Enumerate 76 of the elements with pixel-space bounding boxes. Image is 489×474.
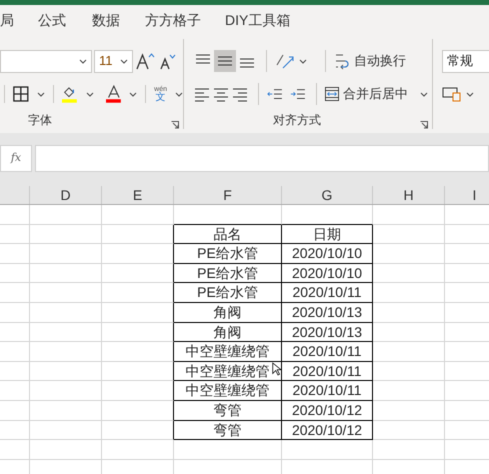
grid-cell[interactable]	[102, 420, 174, 440]
align-left-icon	[194, 86, 210, 102]
wrap-text-button[interactable]: 自动换行	[354, 51, 406, 71]
caret-icon	[129, 92, 138, 96]
table-cell: PE给水管	[174, 283, 282, 303]
grid-cell[interactable]	[102, 381, 174, 401]
grid-cell[interactable]	[102, 283, 174, 303]
table-cell: 2020/10/11	[282, 362, 373, 382]
column-header[interactable]: I	[472, 188, 476, 202]
grid-cell[interactable]	[102, 224, 174, 244]
borders-icon[interactable]	[13, 85, 30, 103]
grid-cell[interactable]	[102, 400, 174, 421]
decrease-indent-icon[interactable]	[266, 86, 282, 102]
column-header[interactable]: D	[60, 188, 71, 202]
grid-cell[interactable]	[102, 322, 174, 342]
caret-icon	[175, 92, 184, 96]
caret-icon	[79, 58, 87, 64]
table-cell: 弯管	[174, 400, 282, 421]
column-header[interactable]: G	[322, 188, 332, 202]
grid-cell[interactable]	[102, 244, 174, 264]
ribbon-tab[interactable]: 局	[0, 10, 38, 30]
font-name-field[interactable]	[0, 50, 92, 72]
insert-function-button[interactable]: fx	[0, 145, 32, 172]
caret-icon	[299, 58, 307, 64]
table-cell: 2020/10/13	[282, 302, 373, 323]
table-cell: 中空壁缠绕管	[174, 342, 282, 362]
table-cell: 2020/10/11	[282, 283, 373, 303]
grid-cell[interactable]	[102, 362, 174, 382]
ribbon-tab[interactable]: 方方格子	[145, 10, 225, 30]
table-cell: 2020/10/13	[282, 322, 373, 342]
group-label: 字体	[28, 112, 52, 129]
font-size-field[interactable]: 11	[94, 50, 133, 72]
grow-font-icon[interactable]	[135, 52, 155, 70]
merge-cells-icon[interactable]	[325, 86, 339, 102]
accounting-format-icon[interactable]	[442, 86, 462, 102]
table-cell: 2020/10/10	[282, 264, 373, 284]
ribbon-tab[interactable]: 公式	[38, 10, 92, 30]
ribbon-tab[interactable]: 数据	[92, 10, 145, 30]
table-cell: 2020/10/10	[282, 244, 373, 264]
align-button[interactable]	[214, 50, 236, 72]
align-center-icon	[212, 86, 229, 102]
table-cell: PE给水管	[174, 264, 282, 284]
number-format-field[interactable]: 常规	[442, 50, 489, 72]
caret-icon	[466, 92, 474, 96]
font-color-icon[interactable]	[106, 84, 122, 104]
increase-indent-icon[interactable]	[290, 86, 306, 102]
table-cell: 品名	[174, 224, 282, 244]
table-cell: 弯管	[174, 420, 282, 440]
caret-icon	[120, 58, 128, 64]
caret-icon	[37, 92, 46, 96]
column-header[interactable]: H	[403, 188, 414, 202]
table-cell: 角阀	[174, 322, 282, 342]
text-orientation-icon[interactable]	[275, 52, 295, 70]
table-cell: 2020/10/11	[282, 381, 373, 401]
grid-cell[interactable]	[102, 264, 174, 284]
dialog-launcher-icon[interactable]	[420, 121, 428, 129]
table-cell: 中空壁缠绕管	[174, 381, 282, 401]
mouse-pointer-icon	[272, 362, 281, 376]
table-cell: 2020/10/11	[282, 342, 373, 362]
align-right-icon	[232, 86, 248, 102]
grid-cell[interactable]	[102, 302, 174, 323]
grid-cell[interactable]	[102, 342, 174, 362]
ribbon-tab[interactable]: DIY工具箱	[225, 10, 290, 30]
caret-icon	[86, 92, 94, 96]
caret-icon	[420, 92, 428, 96]
formula-input[interactable]	[35, 145, 489, 172]
table-cell: 2020/10/12	[282, 420, 373, 440]
merge-center-button[interactable]: 合并后居中	[343, 84, 408, 104]
table-cell: 角阀	[174, 302, 282, 323]
column-header[interactable]: F	[223, 188, 232, 202]
table-cell: 2020/10/12	[282, 400, 373, 421]
group-label: 对齐方式	[273, 112, 321, 129]
dialog-launcher-icon[interactable]	[171, 121, 179, 129]
table-cell: PE给水管	[174, 244, 282, 264]
table-cell: 日期	[282, 224, 373, 244]
column-header[interactable]: E	[132, 188, 142, 202]
